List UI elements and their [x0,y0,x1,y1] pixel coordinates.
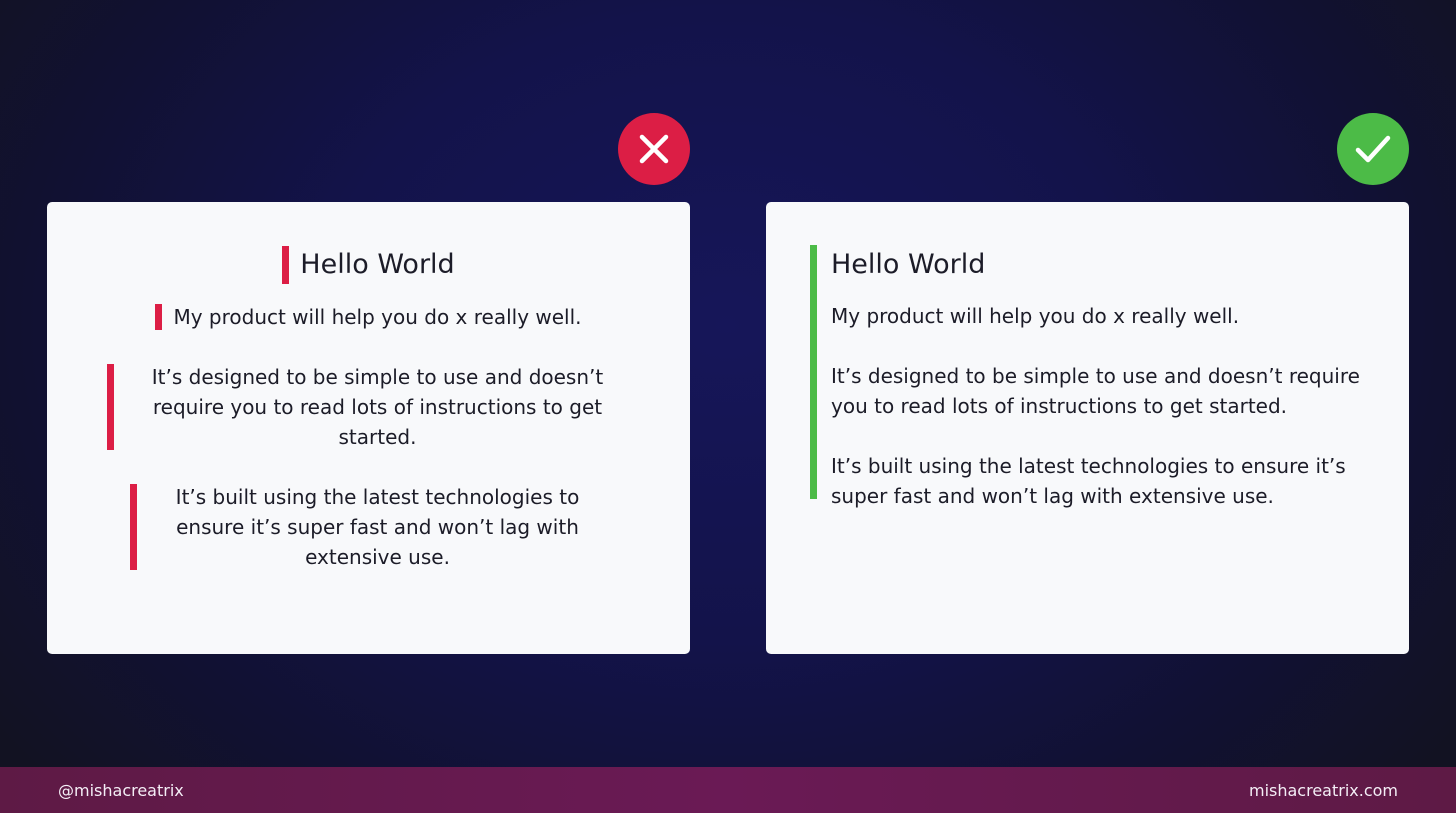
footer-handle: @mishacreatrix [58,780,184,800]
good-card-paragraph-3: It’s built using the latest technologies… [831,454,1346,508]
bad-card-paragraph-3: It’s built using the latest technologies… [129,482,608,572]
incorrect-badge [618,113,690,185]
bad-card-paragraph-1: My product will help you do x really wel… [155,302,582,332]
footer-bar: @mishacreatrix mishacreatrix.com [0,767,1456,813]
good-example-card: Hello World My product will help you do … [766,202,1409,654]
footer-website: mishacreatrix.com [1248,780,1398,800]
good-card-paragraph-2: It’s designed to be simple to use and do… [831,364,1360,418]
good-card-content: Hello World My product will help you do … [810,245,1371,511]
bad-card-title: Hello World [282,244,455,286]
close-icon [639,134,669,164]
good-card-paragraph-1: My product will help you do x really wel… [831,304,1240,328]
correct-badge [1337,113,1409,185]
bad-example-card: Hello World My product will help you do … [47,202,690,654]
bad-card-paragraph-2: It’s designed to be simple to use and do… [107,362,630,452]
good-card-title: Hello World [831,249,986,280]
check-icon [1355,135,1391,163]
